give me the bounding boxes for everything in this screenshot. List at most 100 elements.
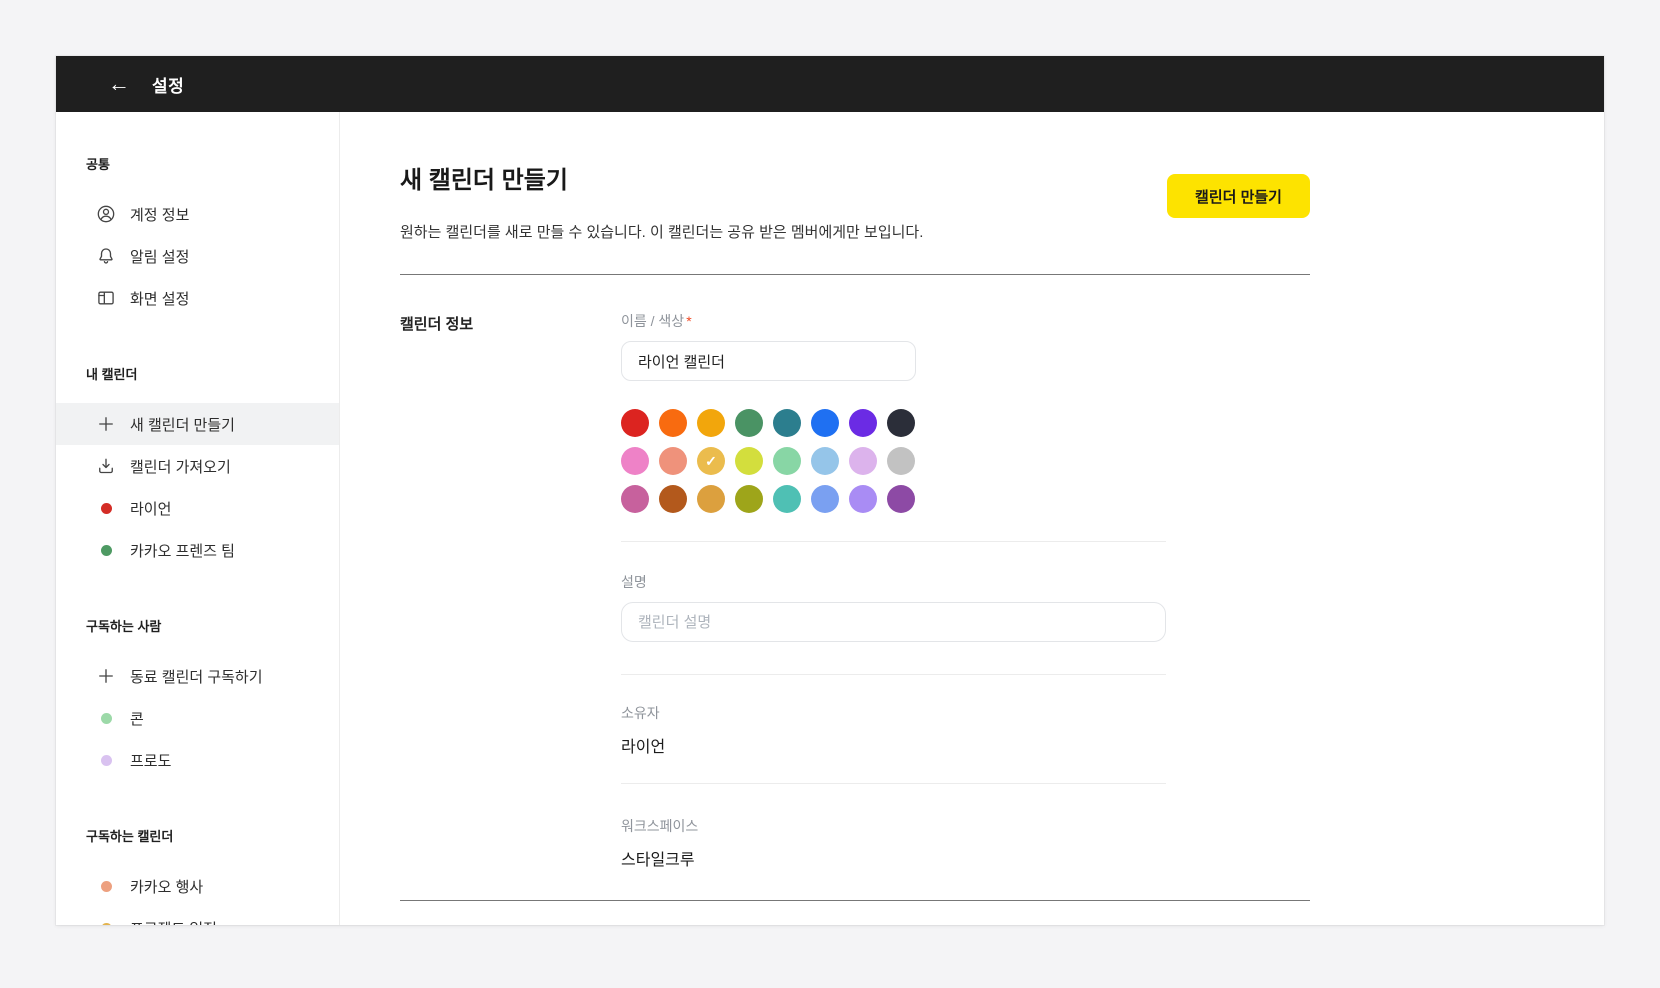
sidebar-item-label: 프로젝트 일정 (130, 918, 217, 926)
sidebar-item[interactable]: 새 캘린더 만들기 (56, 403, 339, 445)
sidebar-section-label: 구독하는 캘린더 (56, 827, 339, 847)
plus-icon (96, 414, 116, 434)
color-swatch[interactable] (621, 447, 649, 475)
divider-bottom (400, 900, 1310, 901)
color-swatch[interactable] (849, 485, 877, 513)
name-color-label: 이름 / 색상* (621, 311, 1166, 331)
calendar-color-dot (101, 755, 112, 766)
sidebar-item[interactable]: 알림 설정 (56, 235, 339, 277)
sidebar-item-label: 캘린더 가져오기 (130, 456, 231, 477)
color-swatch[interactable] (773, 485, 801, 513)
divider (621, 541, 1166, 542)
color-swatch[interactable] (697, 409, 725, 437)
sidebar-item-label: 콘 (130, 708, 144, 729)
calendar-info-form: 캘린더 정보 이름 / 색상* ✓ 설명 소유자 라이언 (400, 275, 1310, 870)
sidebar-item[interactable]: 동료 캘린더 구독하기 (56, 655, 339, 697)
sidebar-item[interactable]: 라이언 (56, 487, 339, 529)
sidebar-item[interactable]: 프로도 (56, 739, 339, 781)
sidebar-section: 공통계정 정보알림 설정화면 설정 (56, 155, 339, 319)
color-swatch-selected[interactable]: ✓ (697, 447, 725, 475)
calendar-color-dot (101, 923, 112, 926)
sidebar-item[interactable]: 계정 정보 (56, 193, 339, 235)
back-button[interactable]: ← (102, 69, 136, 99)
calendar-color-dot (96, 750, 116, 770)
bell-icon-wrap (96, 246, 116, 266)
sidebar-item[interactable]: 프로젝트 일정 (56, 907, 339, 925)
color-swatch[interactable] (659, 485, 687, 513)
sidebar-item[interactable]: 카카오 행사 (56, 865, 339, 907)
sidebar-item-label: 계정 정보 (130, 204, 189, 225)
app-body: 공통계정 정보알림 설정화면 설정내 캘린더새 캘린더 만들기캘린더 가져오기라… (56, 112, 1604, 925)
color-swatch[interactable] (621, 409, 649, 437)
sidebar-section-label: 공통 (56, 155, 339, 175)
palette-row (621, 485, 915, 513)
calendar-color-dot (96, 918, 116, 925)
calendar-color-dot (96, 708, 116, 728)
color-swatch[interactable] (697, 485, 725, 513)
sidebar-item[interactable]: 화면 설정 (56, 277, 339, 319)
color-swatch[interactable] (887, 409, 915, 437)
person-icon-wrap (96, 204, 116, 224)
sidebar-item-label: 새 캘린더 만들기 (130, 414, 235, 435)
calendar-description-input[interactable] (621, 602, 1166, 642)
color-swatch[interactable] (849, 409, 877, 437)
app-header: ← 설정 (56, 56, 1604, 112)
plus-icon-wrap (96, 414, 116, 434)
sidebar-section: 구독하는 캘린더카카오 행사프로젝트 일정 (56, 827, 339, 925)
color-swatch[interactable] (849, 447, 877, 475)
color-swatch[interactable] (773, 447, 801, 475)
plus-icon-wrap (96, 666, 116, 686)
sidebar-section: 내 캘린더새 캘린더 만들기캘린더 가져오기라이언카카오 프렌즈 팀 (56, 365, 339, 571)
divider (621, 783, 1166, 784)
calendar-color-dot (96, 540, 116, 560)
workspace-label: 워크스페이스 (621, 816, 1166, 836)
download-icon-wrap (96, 456, 116, 476)
sidebar-item-label: 알림 설정 (130, 246, 189, 267)
person-icon (96, 204, 116, 224)
sidebar-item[interactable]: 캘린더 가져오기 (56, 445, 339, 487)
calendar-color-dot (101, 503, 112, 514)
main-content: 새 캘린더 만들기 원하는 캘린더를 새로 만들 수 있습니다. 이 캘린더는 … (340, 112, 1604, 925)
calendar-color-dot (101, 881, 112, 892)
calendar-name-input[interactable] (621, 341, 916, 381)
sidebar-item-label: 카카오 행사 (130, 876, 203, 897)
color-swatch[interactable] (659, 409, 687, 437)
sidebar-item-label: 프로도 (130, 750, 171, 771)
settings-sidebar: 공통계정 정보알림 설정화면 설정내 캘린더새 캘린더 만들기캘린더 가져오기라… (56, 112, 340, 925)
color-swatch[interactable] (887, 447, 915, 475)
sidebar-item-label: 동료 캘린더 구독하기 (130, 666, 263, 687)
color-swatch[interactable] (811, 447, 839, 475)
color-swatch[interactable] (659, 447, 687, 475)
color-swatch[interactable] (735, 447, 763, 475)
sidebar-item[interactable]: 콘 (56, 697, 339, 739)
palette-row: ✓ (621, 447, 915, 475)
owner-value: 라이언 (621, 733, 1166, 757)
palette-row (621, 409, 915, 437)
form-section-label: 캘린더 정보 (400, 311, 621, 870)
page-title: 새 캘린더 만들기 (400, 160, 923, 195)
calendar-color-dot (96, 876, 116, 896)
sidebar-item[interactable]: 카카오 프렌즈 팀 (56, 529, 339, 571)
color-swatch[interactable] (773, 409, 801, 437)
bell-icon (96, 246, 116, 266)
settings-window: ← 설정 공통계정 정보알림 설정화면 설정내 캘린더새 캘린더 만들기캘린더 … (56, 56, 1604, 925)
color-swatch[interactable] (811, 485, 839, 513)
page-description: 원하는 캘린더를 새로 만들 수 있습니다. 이 캘린더는 공유 받은 멤버에게… (400, 221, 923, 242)
main-head: 새 캘린더 만들기 원하는 캘린더를 새로 만들 수 있습니다. 이 캘린더는 … (400, 160, 1310, 242)
color-swatch[interactable] (735, 485, 763, 513)
screen-layout-icon (96, 288, 116, 308)
check-icon: ✓ (705, 453, 717, 470)
color-swatch[interactable] (735, 409, 763, 437)
owner-label: 소유자 (621, 703, 1166, 723)
calendar-color-dot (101, 713, 112, 724)
workspace-value: 스타일크루 (621, 846, 1166, 870)
color-palette: ✓ (621, 409, 915, 513)
calendar-color-dot (101, 545, 112, 556)
create-calendar-button[interactable]: 캘린더 만들기 (1167, 174, 1310, 218)
calendar-color-dot (96, 498, 116, 518)
color-swatch[interactable] (887, 485, 915, 513)
sidebar-section: 구독하는 사람동료 캘린더 구독하기콘프로도 (56, 617, 339, 781)
plus-icon (96, 666, 116, 686)
color-swatch[interactable] (811, 409, 839, 437)
color-swatch[interactable] (621, 485, 649, 513)
